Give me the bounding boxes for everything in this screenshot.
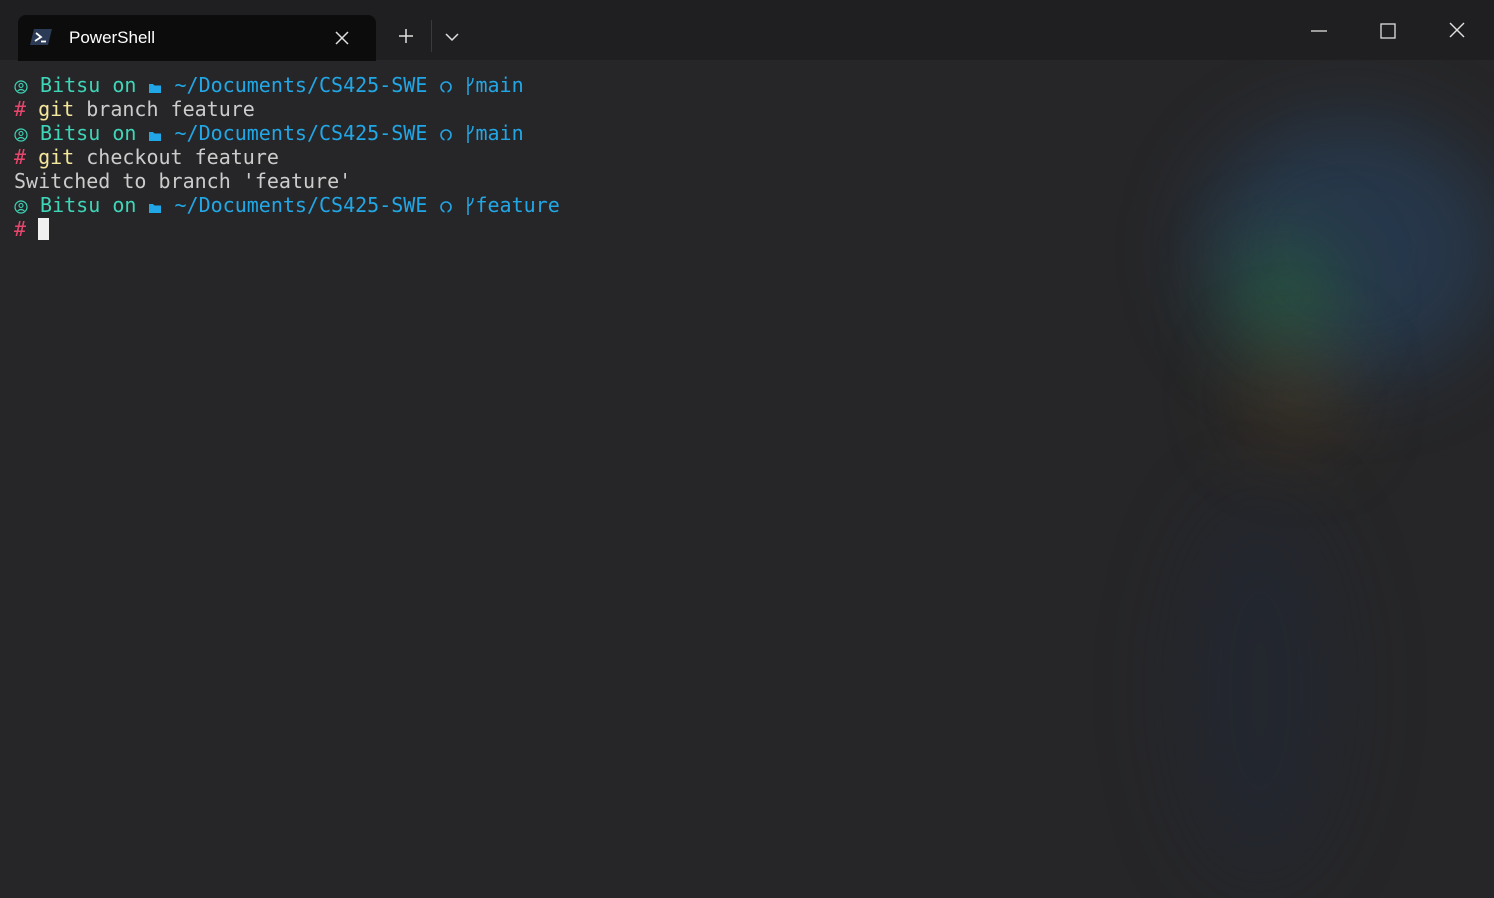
- terminal-output[interactable]: Bitsu on ~/Documents/CS425-SWE main # git…: [14, 73, 560, 241]
- output-line: Switched to branch 'feature': [14, 169, 560, 193]
- tab-dropdown-button[interactable]: [442, 27, 462, 47]
- input-line: #: [14, 217, 560, 241]
- powershell-icon: [30, 28, 52, 46]
- command-name: git: [38, 97, 75, 121]
- github-icon: [439, 195, 453, 219]
- close-tab-icon[interactable]: [332, 28, 352, 48]
- prompt-line: Bitsu on ~/Documents/CS425-SWE main: [14, 121, 560, 145]
- github-icon: [439, 75, 453, 99]
- command-args: checkout feature: [86, 145, 279, 169]
- tab-title: PowerShell: [69, 28, 155, 47]
- prompt-on: on: [112, 73, 137, 97]
- command-name: git: [38, 145, 75, 169]
- prompt-user: Bitsu: [40, 193, 101, 217]
- output-text: Switched to branch 'feature': [14, 169, 352, 193]
- prompt-hash: #: [14, 145, 27, 169]
- background-glow: [1240, 340, 1350, 450]
- maximize-icon: [1380, 23, 1396, 39]
- git-branch-icon: [465, 123, 475, 150]
- minimize-button[interactable]: [1307, 18, 1331, 42]
- prompt-path: ~/Documents/CS425-SWE: [174, 121, 428, 145]
- prompt-on: on: [112, 121, 137, 145]
- prompt-branch: feature: [475, 193, 560, 217]
- user-circle-icon: [14, 75, 28, 99]
- prompt-hash: #: [14, 217, 27, 241]
- prompt-path: ~/Documents/CS425-SWE: [174, 73, 428, 97]
- command-line: # git checkout feature: [14, 145, 560, 169]
- close-icon: [1449, 22, 1465, 38]
- git-branch-icon: [465, 195, 475, 222]
- background-glow: [1200, 120, 1494, 380]
- maximize-button[interactable]: [1376, 18, 1400, 42]
- chevron-down-icon: [445, 33, 459, 42]
- user-circle-icon: [14, 195, 28, 219]
- background-glow: [1230, 240, 1340, 350]
- prompt-user: Bitsu: [40, 121, 101, 145]
- prompt-path: ~/Documents/CS425-SWE: [174, 193, 428, 217]
- folder-icon: [148, 123, 162, 147]
- prompt-branch: main: [475, 121, 524, 145]
- tab-powershell[interactable]: PowerShell: [18, 15, 376, 61]
- background-glow: [1180, 500, 1340, 880]
- prompt-line: Bitsu on ~/Documents/CS425-SWE main: [14, 73, 560, 97]
- command-args: branch feature: [86, 97, 255, 121]
- git-branch-icon: [465, 75, 475, 102]
- close-window-button[interactable]: [1445, 18, 1469, 42]
- plus-icon: [399, 29, 413, 43]
- user-circle-icon: [14, 123, 28, 147]
- prompt-hash: #: [14, 97, 27, 121]
- title-bar: PowerShell: [0, 0, 1494, 61]
- folder-icon: [148, 195, 162, 219]
- github-icon: [439, 123, 453, 147]
- text-cursor[interactable]: [38, 218, 50, 240]
- prompt-branch: main: [475, 73, 524, 97]
- terminal-window: PowerShell Bitsu on ~/Documents/CS425-SW…: [0, 0, 1494, 898]
- new-tab-button[interactable]: [394, 24, 418, 48]
- command-line: # git branch feature: [14, 97, 560, 121]
- prompt-line: Bitsu on ~/Documents/CS425-SWE feature: [14, 193, 560, 217]
- minimize-icon: [1311, 30, 1327, 32]
- folder-icon: [148, 75, 162, 99]
- tab-separator: [431, 20, 432, 52]
- prompt-on: on: [112, 193, 137, 217]
- prompt-user: Bitsu: [40, 73, 101, 97]
